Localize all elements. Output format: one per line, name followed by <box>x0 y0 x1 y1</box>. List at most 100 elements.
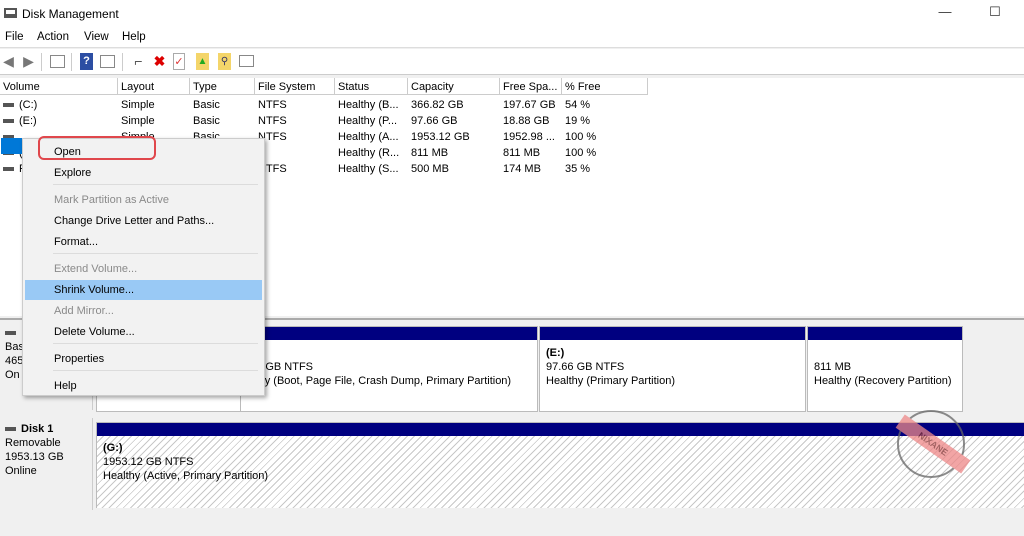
table-cell[interactable]: NTFS <box>255 161 335 177</box>
partition-g[interactable]: (G:) 1953.12 GB NTFS Healthy (Active, Pr… <box>96 422 1024 508</box>
cell-text: 100 % <box>565 147 597 159</box>
menu-item-change-drive-letter-and-paths[interactable]: Change Drive Letter and Paths... <box>25 211 262 231</box>
table-cell[interactable]: Simple <box>118 113 190 129</box>
partition-e[interactable]: (E:) 97.66 GB NTFS Healthy (Primary Part… <box>539 326 806 412</box>
disk1-label[interactable]: Disk 1 Removable 1953.13 GB Online <box>0 418 93 510</box>
table-cell[interactable]: Simple <box>118 97 190 113</box>
table-cell[interactable]: 174 MB <box>500 161 562 177</box>
back-arrow-icon[interactable]: ◀ <box>0 53 17 70</box>
menu-item-delete-volume[interactable]: Delete Volume... <box>25 322 262 342</box>
table-cell[interactable]: 1953.12 GB <box>408 129 500 145</box>
partition-name <box>814 346 956 360</box>
cell-text: Basic <box>193 99 220 111</box>
console-tree-icon[interactable] <box>50 55 65 68</box>
cell-text: Simple <box>121 115 155 127</box>
partition-c[interactable]: :) .82 GB NTFS althy (Boot, Page File, C… <box>240 326 538 412</box>
menu-separator <box>53 343 258 344</box>
title-bar: Disk Management — ☐ <box>0 0 1024 27</box>
cell-text: 197.67 GB <box>503 99 556 111</box>
menu-item-explore[interactable]: Explore <box>25 163 262 183</box>
menu-item-properties[interactable]: Properties <box>25 349 262 369</box>
properties-icon[interactable] <box>239 55 254 67</box>
cell-text: NTFS <box>258 99 287 111</box>
drive-icon <box>3 103 14 108</box>
menu-file[interactable]: File <box>5 31 24 43</box>
disk-icon <box>5 331 16 336</box>
table-cell[interactable]: Basic <box>190 97 255 113</box>
maximize-button[interactable]: ☐ <box>980 4 1010 22</box>
disk1-type: Removable <box>5 437 61 449</box>
table-cell[interactable]: 500 MB <box>408 161 500 177</box>
folder-up-icon[interactable]: ▲ <box>196 53 209 70</box>
partition-size: 811 MB <box>814 361 852 373</box>
column-status[interactable]: Status <box>335 78 408 95</box>
column-free-space[interactable]: Free Spa... <box>500 78 562 95</box>
disk1-state: Online <box>5 465 37 477</box>
check-icon[interactable]: ✓ <box>173 53 185 70</box>
partition-name: :) <box>247 346 531 360</box>
menu-item-extend-volume[interactable]: Extend Volume... <box>25 259 262 279</box>
cell-text: 100 % <box>565 131 597 143</box>
table-cell[interactable]: 97.66 GB <box>408 113 500 129</box>
table-cell[interactable]: 366.82 GB <box>408 97 500 113</box>
menu-view[interactable]: View <box>84 31 109 43</box>
menu-item-mark-partition-as-active[interactable]: Mark Partition as Active <box>25 190 262 210</box>
menu-help[interactable]: Help <box>122 31 146 43</box>
delete-icon[interactable]: ✖ <box>151 53 168 70</box>
table-cell[interactable]: 1952.98 ... <box>500 129 562 145</box>
table-cell[interactable]: NTFS <box>255 97 335 113</box>
menu-separator <box>53 184 258 185</box>
column-type[interactable]: Type <box>190 78 255 95</box>
cell-text: 35 % <box>565 163 591 175</box>
table-cell[interactable]: 811 MB <box>500 145 562 161</box>
cell-text: 18.88 GB <box>503 115 550 127</box>
table-cell[interactable]: 35 % <box>562 161 648 177</box>
cell-text: 54 % <box>565 99 591 111</box>
menu-action[interactable]: Action <box>37 31 69 43</box>
table-cell[interactable]: 54 % <box>562 97 648 113</box>
table-cell[interactable]: Healthy (A... <box>335 129 408 145</box>
table-cell[interactable]: (C:) <box>0 97 118 113</box>
column-capacity[interactable]: Capacity <box>408 78 500 95</box>
connect-icon[interactable]: ⌐ <box>130 53 147 70</box>
table-cell[interactable]: (E:) <box>0 113 118 129</box>
partition-recovery[interactable]: 811 MB Healthy (Recovery Partition) <box>807 326 963 412</box>
table-cell[interactable]: NTFS <box>255 129 335 145</box>
column-file-system[interactable]: File System <box>255 78 335 95</box>
column-volume[interactable]: Volume <box>0 78 118 95</box>
table-cell[interactable]: 100 % <box>562 129 648 145</box>
table-cell[interactable]: Basic <box>190 113 255 129</box>
column-layout[interactable]: Layout <box>118 78 190 95</box>
folder-search-icon[interactable]: ⚲ <box>218 53 231 70</box>
table-cell[interactable]: NTFS <box>255 113 335 129</box>
forward-arrow-icon[interactable]: ▶ <box>20 53 37 70</box>
menu-item-help[interactable]: Help <box>25 376 262 396</box>
column-percent-free[interactable]: % Free <box>562 78 648 95</box>
cell-text: 366.82 GB <box>411 99 464 111</box>
table-cell[interactable]: Healthy (P... <box>335 113 408 129</box>
table-cell[interactable]: 100 % <box>562 145 648 161</box>
table-cell[interactable]: 811 MB <box>408 145 500 161</box>
table-cell[interactable]: 19 % <box>562 113 648 129</box>
menu-bar: File Action View Help <box>0 27 1024 48</box>
table-cell[interactable]: 18.88 GB <box>500 113 562 129</box>
window-title: Disk Management <box>22 7 119 21</box>
cell-text: 1953.12 GB <box>411 131 470 143</box>
menu-item-add-mirror[interactable]: Add Mirror... <box>25 301 262 321</box>
disk-management-icon <box>4 8 17 18</box>
minimize-button[interactable]: — <box>930 4 960 22</box>
cell-text: Healthy (R... <box>338 147 400 159</box>
table-cell[interactable] <box>255 145 335 161</box>
menu-item-shrink-volume[interactable]: Shrink Volume... <box>25 280 262 300</box>
menu-separator <box>53 370 258 371</box>
table-cell[interactable]: 197.67 GB <box>500 97 562 113</box>
table-cell[interactable]: Healthy (B... <box>335 97 408 113</box>
menu-item-format[interactable]: Format... <box>25 232 262 252</box>
table-cell[interactable]: Healthy (R... <box>335 145 408 161</box>
partition-name: (G:) <box>103 442 123 454</box>
help-icon[interactable]: ? <box>80 53 93 70</box>
action-pane-icon[interactable] <box>100 55 115 68</box>
table-cell[interactable]: Healthy (S... <box>335 161 408 177</box>
cell-text: 97.66 GB <box>411 115 458 127</box>
disk1-name: Disk 1 <box>21 423 54 435</box>
